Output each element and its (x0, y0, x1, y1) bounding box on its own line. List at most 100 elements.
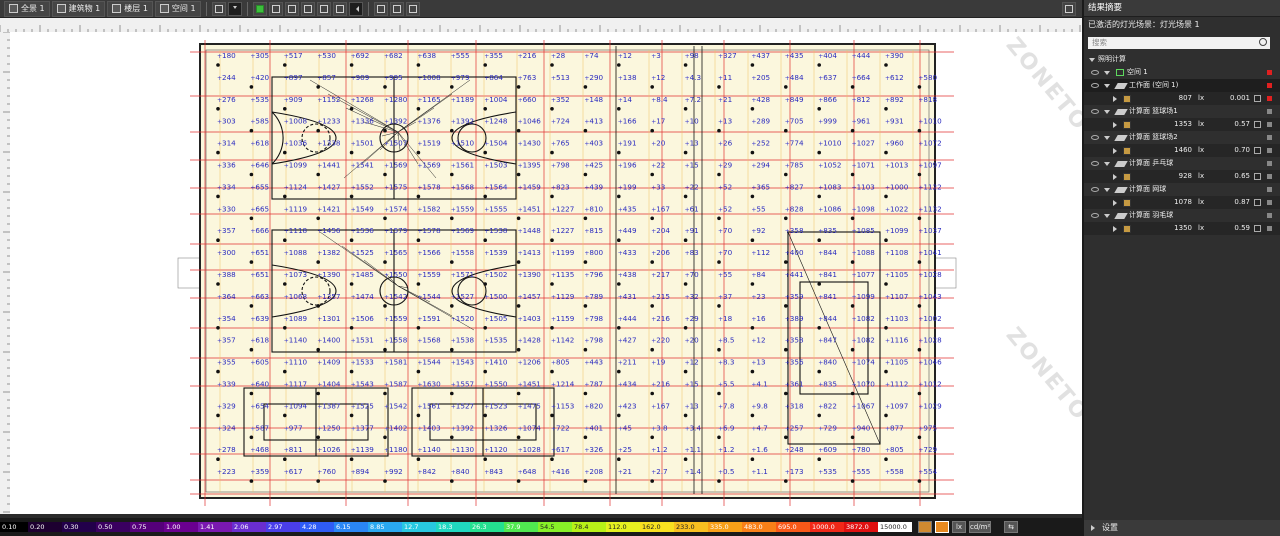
calc-surface-node[interactable]: 计算面 篮球场1 (1084, 105, 1280, 118)
expand-icon[interactable] (1113, 199, 1117, 206)
tab-room[interactable]: 空间 1 (154, 0, 201, 17)
search-icon[interactable] (1259, 38, 1267, 46)
illuminance-value: 1097 (890, 401, 908, 410)
illuminance-icon (1123, 94, 1131, 103)
tab-panorama[interactable]: 全景 1 (4, 0, 50, 17)
section-lighting-calc[interactable]: 照明计算 (1084, 53, 1280, 66)
luminaire-dot (884, 238, 888, 242)
luminaire-dot (817, 326, 821, 330)
expand-icon[interactable] (1104, 83, 1110, 88)
luminaire-dot (650, 304, 654, 308)
illuminance-value: 1501 (356, 139, 374, 148)
options-dropdown[interactable] (1254, 199, 1261, 206)
visibility-icon[interactable] (1091, 109, 1099, 114)
calc-result-row[interactable]: 1460 lx 0.70 (1084, 144, 1280, 157)
tab-floor[interactable]: 楼层 1 (107, 0, 153, 17)
expand-icon[interactable] (1113, 225, 1117, 232)
expand-icon[interactable] (1113, 173, 1117, 180)
luminaire-dot (416, 282, 421, 286)
illuminance-value: 1565 (389, 248, 407, 257)
visibility-icon[interactable] (1091, 161, 1099, 166)
view-side-button[interactable] (284, 1, 299, 16)
view-iso-button[interactable] (316, 1, 331, 16)
legend-step: 0.10 (0, 522, 28, 532)
room-node[interactable]: 空间 1 (1084, 66, 1280, 79)
visibility-icon[interactable] (1091, 70, 1099, 75)
visibility-icon[interactable] (1091, 135, 1099, 140)
view-2d-button[interactable] (211, 1, 226, 16)
measure-button[interactable] (389, 1, 404, 16)
illuminance-value: 1074 (857, 358, 876, 367)
expand-icon[interactable] (1104, 213, 1110, 218)
dimension-button[interactable] (405, 1, 420, 16)
illuminance-value: 928 (1178, 172, 1192, 180)
visibility-icon[interactable] (1091, 187, 1099, 192)
expand-icon[interactable] (1104, 161, 1110, 166)
luminaire-dot (583, 435, 588, 440)
illuminance-value: 300 (222, 248, 236, 257)
expand-icon[interactable] (1091, 525, 1095, 531)
calc-result-row[interactable]: 928 lx 0.65 (1084, 170, 1280, 183)
options-dropdown[interactable] (1254, 225, 1261, 232)
expand-icon[interactable] (1104, 135, 1110, 140)
view-back-button[interactable] (300, 1, 315, 16)
unit-cd-button[interactable]: cd/m² (969, 521, 991, 533)
calc-surface-node[interactable]: 计算面 篮球场2 (1084, 131, 1280, 144)
illuminance-value: 216 (656, 314, 670, 323)
expand-icon[interactable] (1113, 95, 1117, 102)
floor-plan-drawing[interactable]: +180 +305 +517 +530 +692 +682 +638 +555 +355 +216… (10, 32, 1082, 514)
luminaire-dot (617, 457, 621, 462)
illuminance-value: 1564 (489, 182, 508, 191)
expand-icon[interactable] (1104, 109, 1110, 114)
visibility-icon[interactable] (1091, 213, 1099, 218)
luminaire-dot (550, 457, 554, 462)
luminaire-dot (583, 304, 588, 308)
luminaire-dot (450, 128, 454, 133)
tab-label: 楼层 1 (124, 4, 148, 13)
view-front-button[interactable] (268, 1, 283, 16)
calc-surface-node[interactable]: 计算面 羽毛球 (1084, 209, 1280, 222)
palette-active-button[interactable] (935, 521, 949, 533)
calc-surface-node[interactable]: 计算面 网球 (1084, 183, 1280, 196)
calc-result-row[interactable]: 807 lx 0.001 (1084, 92, 1280, 105)
settings-bar[interactable]: 设置 (1084, 520, 1280, 536)
calc-result-row[interactable]: 1353 lx 0.57 (1084, 118, 1280, 131)
monitor-button[interactable] (1062, 1, 1076, 16)
calc-surface-node[interactable]: 工作面 (空间 1) (1084, 79, 1280, 92)
luminaire-dot (349, 107, 354, 111)
options-dropdown[interactable] (1254, 147, 1261, 154)
expand-icon[interactable] (1113, 121, 1117, 128)
luminaire-dot (349, 369, 354, 374)
options-dropdown[interactable] (1254, 173, 1261, 180)
expand-icon[interactable] (1089, 57, 1095, 62)
more-views-button[interactable] (348, 1, 363, 16)
zoom-extents-button[interactable] (373, 1, 388, 16)
expand-icon[interactable] (1113, 147, 1117, 154)
unit-lx-button[interactable]: lx (952, 521, 966, 533)
expand-icon[interactable] (1104, 70, 1110, 75)
options-dropdown[interactable] (1254, 121, 1261, 128)
palette-button[interactable] (918, 521, 932, 533)
calc-surface-label: 工作面 (空间 1) (1129, 81, 1179, 89)
swap-icon[interactable]: ⇆ (1004, 521, 1018, 533)
calc-surface-node[interactable]: 计算面 乒乓球 (1084, 157, 1280, 170)
view-dropdown-button[interactable] (227, 1, 242, 16)
view-top-button[interactable] (252, 1, 267, 16)
visibility-icon[interactable] (1091, 83, 1099, 88)
view-3d-button[interactable] (332, 1, 347, 16)
luminaire-dot (650, 216, 654, 221)
options-dropdown[interactable] (1254, 95, 1261, 102)
plan-canvas[interactable]: +180 +305 +517 +530 +692 +682 +638 +555 +355 +216… (10, 32, 1082, 514)
luminaire-dot (516, 435, 521, 440)
illuminance-value: 1531 (356, 336, 374, 345)
legend-step: 1.00 (164, 522, 198, 532)
calc-result-row[interactable]: 1350 lx 0.59 (1084, 222, 1280, 235)
tab-building[interactable]: 建筑物 1 (51, 0, 106, 17)
luminaire-dot (550, 150, 554, 155)
illuminance-value: 1457 (523, 292, 541, 301)
expand-icon[interactable] (1104, 187, 1110, 192)
panel-title: 结果摘要 (1084, 0, 1280, 17)
illuminance-value: 92 (756, 226, 765, 235)
calc-result-row[interactable]: 1078 lx 0.87 (1084, 196, 1280, 209)
search-input[interactable]: 搜索 (1088, 37, 1270, 49)
